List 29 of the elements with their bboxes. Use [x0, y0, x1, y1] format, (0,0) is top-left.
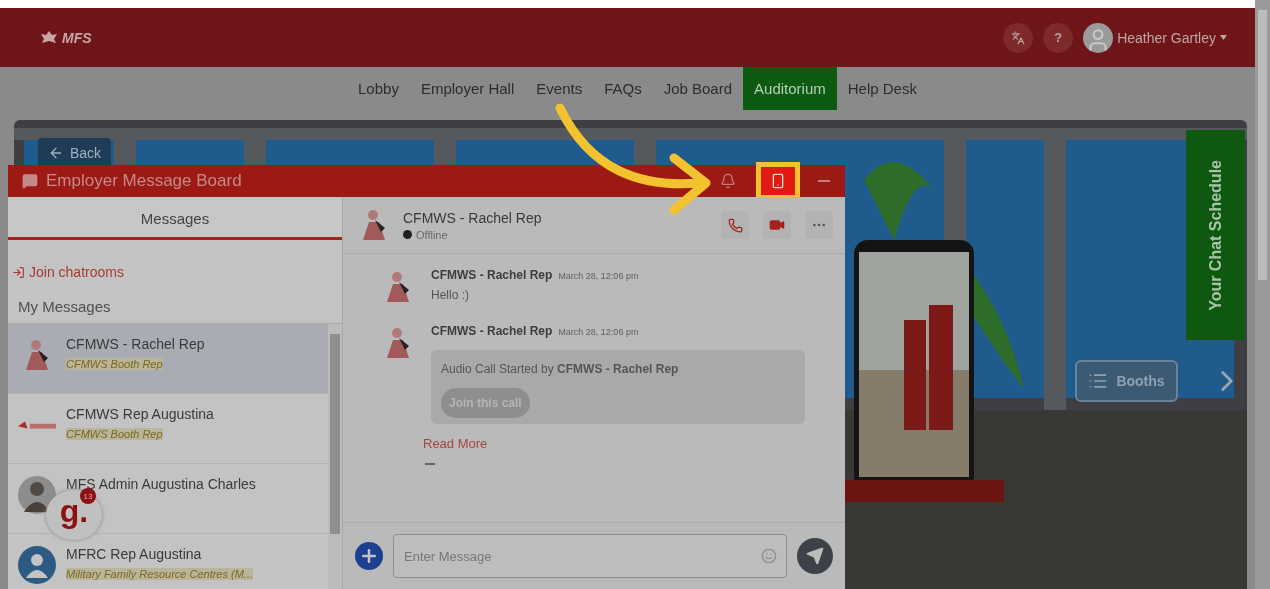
- nav-link[interactable]: Job Board: [652, 67, 744, 110]
- call-text: Audio Call Started by CFMWS - Rachel Rep: [441, 362, 679, 376]
- section-heading: My Messages: [18, 298, 112, 315]
- contact-name: CFMWS - Rachel Rep: [403, 209, 542, 226]
- logo[interactable]: MFS: [40, 29, 92, 46]
- message-time: March 28, 12:06 pm: [558, 327, 639, 337]
- status-text: Offline: [416, 228, 448, 241]
- contact-item[interactable]: CFMWS Rep Augustina CFMWS Booth Rep: [8, 394, 328, 464]
- join-chatrooms-link[interactable]: Join chatrooms: [12, 264, 124, 280]
- message-text: Hello :): [431, 288, 470, 302]
- nav-link[interactable]: Auditorium: [743, 67, 837, 110]
- booths-button[interactable]: Booths: [1075, 360, 1178, 402]
- messages-tab[interactable]: Messages: [8, 200, 342, 240]
- nav-link[interactable]: FAQs: [593, 67, 653, 110]
- contact-item[interactable]: CFMWS - Rachel Rep CFMWS Booth Rep: [8, 324, 328, 394]
- message-time: March 28, 12:06 pm: [558, 271, 639, 281]
- chat-schedule-tab[interactable]: Your Chat Schedule: [1186, 130, 1245, 340]
- back-button[interactable]: Back: [38, 138, 112, 168]
- user-menu[interactable]: Heather Gartley: [1083, 22, 1227, 53]
- read-more-link[interactable]: Read More: [423, 436, 488, 451]
- message-author: CFMWS - Rachel Rep: [431, 268, 553, 282]
- nav-link[interactable]: Lobby: [347, 67, 410, 110]
- help-button[interactable]: ?: [1043, 22, 1074, 53]
- message-input[interactable]: Enter Message: [393, 534, 787, 578]
- panel-title: Employer Message Board: [46, 171, 242, 191]
- nav-link[interactable]: Employer Hall: [409, 67, 526, 110]
- nav-link[interactable]: Events: [525, 67, 594, 110]
- message-author: CFMWS - Rachel Rep: [431, 324, 553, 338]
- nav-link[interactable]: Help Desk: [836, 67, 928, 110]
